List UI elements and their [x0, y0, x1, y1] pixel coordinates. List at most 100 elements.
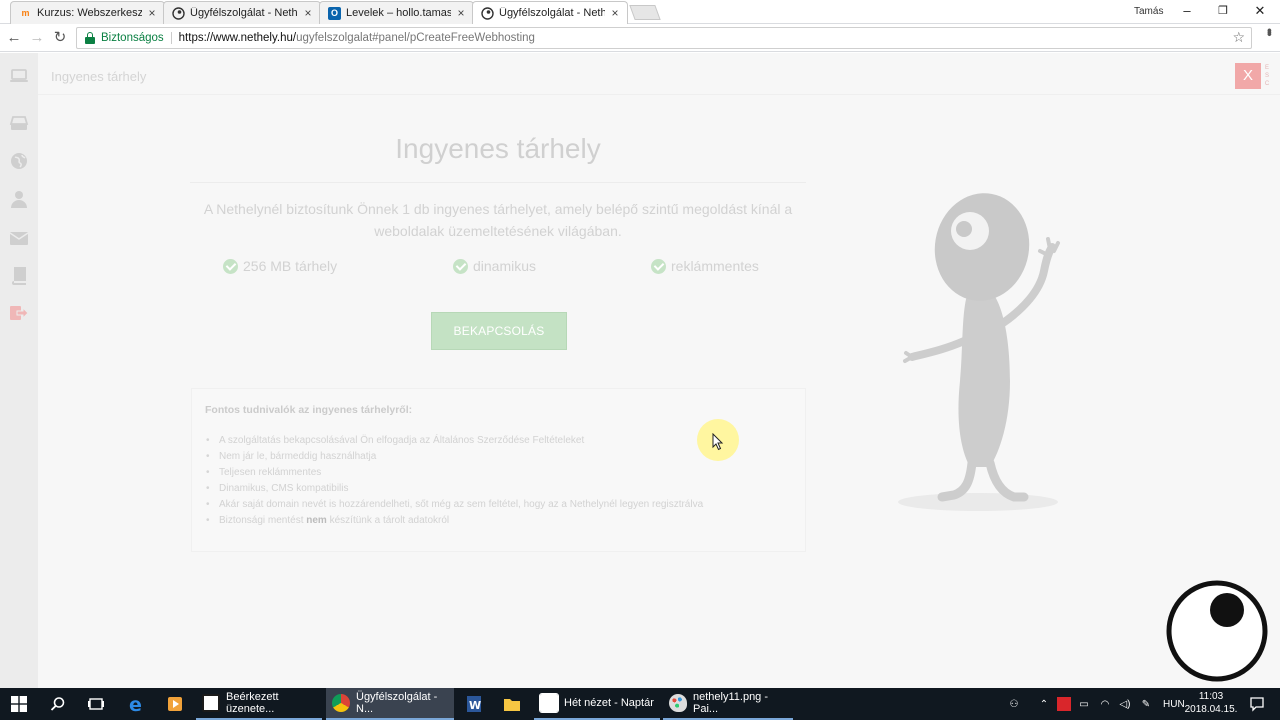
list-item-text: Biztonsági mentést [219, 515, 307, 526]
feature-item: reklámmentes [651, 258, 759, 274]
info-box: Fontos tudnivalók az ingyenes tárhelyről… [191, 388, 806, 552]
panel-header-title: Ingyenes tárhely [51, 69, 147, 84]
laptop-icon[interactable] [7, 64, 31, 88]
moodle-icon: m [21, 8, 30, 18]
mail-icon[interactable] [7, 226, 31, 250]
server-icon[interactable] [7, 111, 31, 135]
globe-icon[interactable] [7, 149, 31, 173]
reload-button[interactable]: ↻ [51, 29, 69, 47]
list-item-emphasis: nem [306, 515, 327, 526]
notifications-icon[interactable] [1238, 688, 1276, 720]
clock-date: 2018.04.15. [1184, 704, 1238, 715]
taskbar-app-label: Ügyfélszolgálat - N... [356, 691, 438, 715]
people-icon[interactable]: ⚇ [1005, 699, 1023, 710]
taskbar-app-paint[interactable]: nethely11.png - Pai... [663, 688, 793, 720]
browser-tab[interactable]: m Kurzus: Webszerkesztés × [10, 1, 165, 24]
info-title: Fontos tudnivalók az ingyenes tárhelyről… [205, 404, 413, 416]
feature-label: reklámmentes [671, 258, 759, 274]
close-tab-icon[interactable]: × [455, 6, 467, 20]
close-panel-button[interactable]: X [1235, 63, 1261, 89]
taskbar-app-label: Beérkezett üzenete... [226, 691, 279, 715]
secure-label: Biztonságos [101, 32, 172, 44]
nethely-icon [481, 6, 494, 20]
taskbar-app-chrome[interactable]: Ügyfélszolgálat - N... [326, 688, 454, 720]
panel-header: Ingyenes tárhely X ESC [38, 53, 1280, 95]
antivirus-icon[interactable] [1057, 697, 1071, 711]
windows-taskbar: e Beérkezett üzenete... Ügyfélszolgálat … [0, 688, 1280, 720]
browser-tab-active[interactable]: Ügyfélszolgálat - Netheľ × [472, 1, 628, 24]
address-bar[interactable]: Biztonságos https://www.nethely.hu/ugyfe… [76, 27, 1252, 49]
check-circle-icon [651, 258, 666, 274]
clock[interactable]: 11:03 2018.04.15. [1180, 690, 1242, 716]
svg-text:e: e [129, 695, 142, 713]
search-icon[interactable] [39, 688, 77, 720]
list-item: Akár saját domain nevét is hozzárendelhe… [206, 497, 703, 513]
title-divider [190, 182, 806, 183]
logout-icon[interactable] [7, 301, 31, 325]
task-view-icon[interactable] [77, 688, 115, 720]
mail-icon [202, 694, 220, 712]
taskbar-app-calendar[interactable]: Hét nézet - Naptár [534, 688, 660, 720]
page: Ingyenes tárhely X ESC Ingyenes tárhely … [0, 53, 1280, 688]
list-item: Biztonsági mentést nem készítünk a tárol… [206, 513, 703, 529]
check-circle-icon [453, 258, 468, 274]
url-path: ugyfelszolgalat#panel/pCreateFreeWebhost… [296, 32, 535, 44]
power-icon[interactable]: ▭ [1075, 699, 1093, 710]
enable-free-hosting-button[interactable]: BEKAPCSOLÁS [431, 312, 567, 350]
lock-icon [85, 32, 95, 44]
media-player-icon[interactable] [156, 688, 194, 720]
chrome-icon [332, 694, 350, 712]
wifi-icon[interactable]: ◠ [1096, 699, 1114, 710]
browser-tab[interactable]: O Levelek – hollo.tamas@b × [319, 1, 474, 24]
minimize-button[interactable]: – [1172, 2, 1202, 20]
system-tray: ⚇ ⌃ ▭ ◠ ◁) ✎ HUN [1005, 688, 1185, 720]
url-host: https://www.nethely.hu/ [178, 32, 297, 44]
new-tab-button[interactable] [629, 5, 661, 20]
browser-tab[interactable]: Ügyfélszolgálat - Netheľ × [163, 1, 321, 24]
volume-icon[interactable]: ◁) [1116, 699, 1134, 710]
browser-toolbar: ← → ↻ Biztonságos https://www.nethely.hu… [0, 25, 1280, 52]
browser-tab-strip: m Kurzus: Webszerkesztés × Ügyfélszolgál… [0, 0, 1280, 24]
tray-expand-icon[interactable]: ⌃ [1035, 699, 1053, 710]
feature-label: 256 MB tárhely [243, 258, 338, 274]
browser-tab-title: Kurzus: Webszerkesztés [37, 7, 142, 19]
page-title: Ingyenes tárhely [395, 133, 601, 164]
pen-icon[interactable]: ✎ [1137, 699, 1155, 710]
book-icon[interactable] [7, 263, 31, 287]
taskbar-app-label: Hét nézet - Naptár [564, 697, 654, 709]
mouse-cursor-icon [712, 433, 724, 451]
user-icon[interactable] [7, 187, 31, 211]
bookmark-star-icon[interactable]: ☆ [1232, 29, 1245, 46]
close-tab-icon[interactable]: × [146, 6, 158, 20]
intro-text: A Nethelynél biztosítunk Önnek 1 db ingy… [203, 201, 793, 239]
list-item: A szolgáltatás bekapcsolásával Ön elfoga… [206, 433, 703, 449]
check-circle-icon [223, 258, 238, 274]
calendar-icon [539, 693, 559, 713]
browser-menu-icon[interactable]: ••• [1262, 28, 1278, 34]
close-window-button[interactable]: ✕ [1245, 2, 1275, 20]
list-item: Teljesen reklámmentes [206, 465, 703, 481]
panel-content: Ingyenes tárhely A Nethelynél biztosítun… [38, 95, 1280, 688]
feature-label: dinamikus [473, 258, 537, 274]
clock-time: 11:03 [1198, 691, 1224, 702]
feature-list: 256 MB tárhely dinamikus reklámmentes [190, 258, 806, 280]
list-item: Nem jár le, bármeddig használhatja [206, 449, 703, 465]
edge-icon[interactable]: e [118, 688, 156, 720]
folder-icon[interactable] [493, 688, 531, 720]
windows-start-icon[interactable] [0, 688, 38, 720]
word-icon[interactable]: W [455, 688, 493, 720]
taskbar-app-label: nethely11.png - Pai... [693, 691, 769, 715]
nethely-icon [172, 6, 185, 20]
forward-button[interactable]: → [28, 29, 46, 47]
restore-button[interactable]: ❐ [1208, 2, 1238, 20]
taskbar-app-mail[interactable]: Beérkezett üzenete... [196, 688, 322, 720]
sidebar-nav [0, 53, 38, 688]
profile-name[interactable]: Tamás [1134, 6, 1163, 17]
browser-tab-title: Ügyfélszolgálat - Netheľ [499, 7, 605, 19]
close-tab-icon[interactable]: × [302, 6, 314, 20]
back-button[interactable]: ← [5, 29, 23, 47]
eye-logo-icon [1166, 580, 1268, 682]
browser-tab-title: Levelek – hollo.tamas@b [346, 7, 451, 19]
close-tab-icon[interactable]: × [609, 6, 621, 20]
outlook-icon: O [328, 6, 341, 20]
